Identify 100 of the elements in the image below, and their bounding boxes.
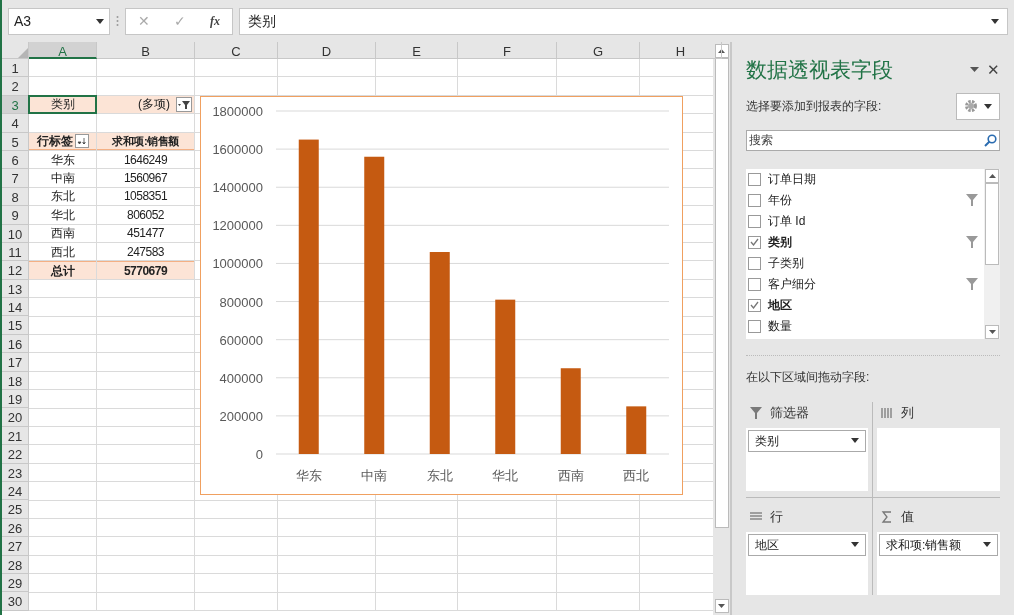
formula-field[interactable]: 类别 bbox=[239, 7, 1008, 35]
checkbox[interactable] bbox=[748, 214, 761, 228]
chip-label: 地区 bbox=[755, 536, 779, 554]
field-list-item[interactable]: 订单 Id bbox=[748, 210, 984, 232]
search-icon bbox=[984, 133, 997, 147]
axis-label: 1800000 bbox=[212, 104, 263, 119]
row-header[interactable]: 25 bbox=[2, 500, 29, 519]
area-label: 筛选器 bbox=[770, 403, 809, 422]
caret-icon bbox=[984, 103, 992, 109]
bar bbox=[626, 406, 647, 454]
scroll-up-button[interactable] bbox=[714, 44, 729, 58]
caret-icon bbox=[851, 542, 859, 547]
drop-area[interactable]: 地区 bbox=[746, 531, 868, 595]
cell-text: (多项) bbox=[138, 96, 170, 114]
pane-subtitle: 选择要添加到报表的字段: bbox=[746, 98, 882, 115]
scroll-down-button[interactable] bbox=[714, 599, 729, 613]
field-label: 数量 bbox=[768, 318, 793, 335]
checkbox[interactable] bbox=[748, 277, 761, 291]
row-header[interactable]: 19 bbox=[2, 390, 29, 409]
name-box[interactable]: A3 bbox=[8, 7, 110, 35]
field-list-item[interactable]: 客户细分 bbox=[748, 273, 984, 295]
axis-label: 1600000 bbox=[212, 142, 263, 158]
drop-area[interactable]: 求和项:销售额 bbox=[877, 531, 1000, 595]
axis-label: 0 bbox=[255, 447, 263, 462]
field-list-item[interactable]: 数量 bbox=[748, 315, 984, 337]
axis-label: 1200000 bbox=[212, 218, 263, 234]
scroll-up-button[interactable] bbox=[985, 168, 999, 183]
row-header[interactable]: 7 bbox=[2, 169, 29, 188]
field-list-item[interactable]: 订单日期 bbox=[748, 168, 984, 190]
search-field[interactable]: 搜索 bbox=[746, 129, 1000, 151]
check-icon bbox=[750, 238, 759, 246]
settings-button[interactable] bbox=[956, 92, 1000, 120]
axis-label: 800000 bbox=[219, 294, 263, 310]
axis-label: 200000 bbox=[219, 408, 263, 424]
area-label: 列 bbox=[901, 403, 914, 422]
row-header[interactable]: 12 bbox=[2, 261, 29, 280]
insert-function-button[interactable]: fx bbox=[210, 12, 220, 30]
filter-dropdown-icon[interactable] bbox=[176, 96, 192, 112]
field-list-item[interactable]: 地区 bbox=[748, 294, 984, 316]
scrollbar-thumb[interactable] bbox=[714, 58, 729, 528]
row-header[interactable]: 2 bbox=[2, 77, 29, 96]
drop-area[interactable]: 类别 bbox=[746, 427, 868, 491]
checkbox[interactable] bbox=[748, 193, 761, 207]
scrollbar-thumb[interactable] bbox=[985, 182, 999, 265]
row-header[interactable]: 1 bbox=[2, 59, 29, 78]
dropdown-icon[interactable] bbox=[970, 67, 979, 73]
cell-reference: A3 bbox=[14, 11, 32, 31]
area-label: 行 bbox=[770, 507, 783, 526]
search-input[interactable]: 搜索 bbox=[749, 131, 949, 149]
checkbox[interactable] bbox=[748, 172, 761, 186]
field-list-item[interactable]: 类别 bbox=[748, 231, 984, 253]
row-header[interactable]: 14 bbox=[2, 298, 29, 317]
field-list-item[interactable]: 子类别 bbox=[748, 252, 984, 274]
row-header[interactable]: 17 bbox=[2, 353, 29, 372]
formula-text: 类别 bbox=[248, 11, 276, 31]
checkbox[interactable] bbox=[748, 319, 761, 333]
up-arrow-icon bbox=[988, 173, 996, 178]
field-label: 订单 Id bbox=[768, 213, 807, 230]
row-header[interactable]: 20 bbox=[2, 408, 29, 427]
field-chip[interactable]: 求和项:销售额 bbox=[879, 533, 998, 556]
field-label: 客户细分 bbox=[768, 276, 817, 293]
caret-icon bbox=[851, 438, 859, 443]
field-chip[interactable]: 地区 bbox=[748, 533, 866, 556]
axis-label: 华北 bbox=[492, 468, 519, 483]
checkbox[interactable] bbox=[748, 298, 761, 312]
row-header[interactable]: 22 bbox=[2, 445, 29, 464]
table-cell[interactable]: 类别 bbox=[29, 95, 96, 114]
axis-label: 400000 bbox=[219, 370, 263, 386]
row-header[interactable]: 9 bbox=[2, 206, 29, 225]
areas-caption: 在以下区域间拖动字段: bbox=[746, 369, 870, 384]
up-arrow-icon bbox=[718, 49, 725, 53]
column-header[interactable]: C bbox=[195, 42, 278, 59]
field-chip[interactable]: 类别 bbox=[748, 429, 866, 452]
field-label: 子类别 bbox=[768, 255, 805, 272]
row-header[interactable]: 30 bbox=[2, 592, 29, 611]
down-arrow-icon bbox=[988, 329, 996, 334]
scroll-down-button[interactable] bbox=[985, 324, 999, 339]
caret-icon bbox=[96, 18, 104, 24]
column-header[interactable]: G bbox=[557, 42, 640, 59]
sort-filter-icon[interactable] bbox=[74, 133, 89, 148]
row-header[interactable]: 27 bbox=[2, 537, 29, 556]
field-label: 订单日期 bbox=[768, 171, 817, 188]
caret-icon bbox=[991, 18, 999, 24]
settings-icon bbox=[964, 99, 978, 113]
caret-icon bbox=[983, 542, 991, 547]
column-header[interactable]: D bbox=[278, 42, 376, 59]
row-header[interactable]: 4 bbox=[2, 114, 29, 133]
close-button[interactable]: ✕ bbox=[987, 62, 1000, 78]
axis-label: 1000000 bbox=[212, 256, 263, 272]
field-list-item[interactable]: 年份 bbox=[748, 189, 984, 211]
column-header[interactable]: F bbox=[458, 42, 557, 59]
filter-icon bbox=[966, 278, 978, 290]
column-header[interactable]: E bbox=[376, 42, 458, 59]
checkbox[interactable] bbox=[748, 256, 761, 270]
pane-title: 数据透视表字段 bbox=[746, 57, 893, 83]
column-header[interactable]: B bbox=[97, 42, 195, 59]
checkbox[interactable] bbox=[748, 235, 761, 249]
table-cell[interactable]: 总计 bbox=[29, 261, 96, 279]
row-header[interactable]: 15 bbox=[2, 316, 29, 335]
column-header[interactable]: A bbox=[29, 42, 97, 59]
